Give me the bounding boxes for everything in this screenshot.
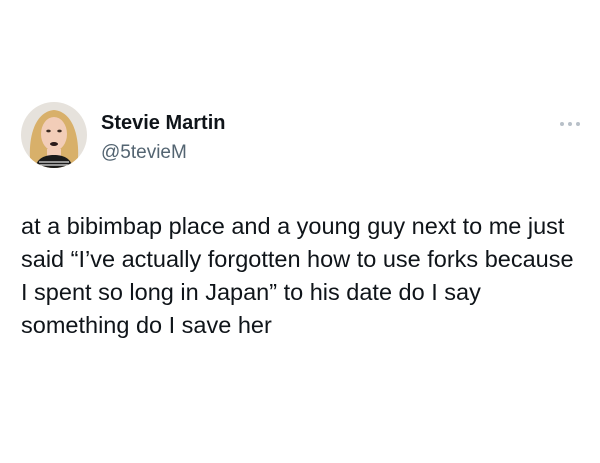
tweet-text: at a bibimbap place and a young guy next… [21, 213, 574, 338]
avatar[interactable] [21, 102, 87, 168]
author-handle[interactable]: @5tevieM [101, 142, 187, 164]
more-options-icon[interactable] [557, 117, 583, 129]
profile-photo [21, 102, 87, 168]
tweet-card: Stevie Martin @5tevieM at a bibimbap pla… [0, 0, 600, 463]
author-name[interactable]: Stevie Martin [101, 112, 225, 135]
